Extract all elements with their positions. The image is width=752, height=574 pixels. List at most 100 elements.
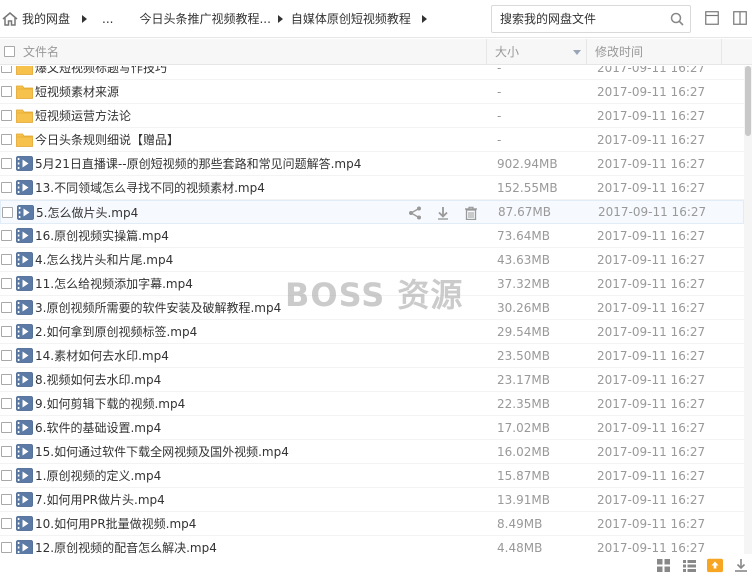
file-name[interactable]: 7.如何用PR做片头.mp4: [35, 491, 165, 508]
home-icon[interactable]: [2, 11, 18, 27]
list-view-icon[interactable]: [704, 10, 720, 26]
file-row[interactable]: 6.软件的基础设置.mp4 17.02MB 2017-09-11 16:27: [0, 416, 744, 440]
folder-row[interactable]: 今日头条规则细说【赠品】 - 2017-09-11 16:27: [0, 128, 744, 152]
column-size[interactable]: 大小: [487, 38, 587, 65]
list-mode-icon[interactable]: [681, 557, 697, 573]
video-file-icon: [16, 516, 33, 531]
file-name[interactable]: 1.原创视频的定义.mp4: [35, 467, 161, 484]
file-name[interactable]: 3.原创视频所需要的软件安装及破解教程.mp4: [35, 299, 281, 316]
scrollbar-thumb[interactable]: [745, 66, 751, 136]
file-name[interactable]: 10.如何用PR批量做视频.mp4: [35, 515, 196, 532]
row-checkbox[interactable]: [1, 110, 12, 121]
file-row[interactable]: 8.视频如何去水印.mp4 23.17MB 2017-09-11 16:27: [0, 368, 744, 392]
file-row[interactable]: 16.原创视频实操篇.mp4 73.64MB 2017-09-11 16:27: [0, 224, 744, 248]
row-checkbox[interactable]: [1, 66, 12, 73]
breadcrumb-parent[interactable]: 今日头条推广视频教程...: [139, 10, 270, 27]
scrollbar[interactable]: [744, 66, 752, 554]
video-file-icon: [16, 180, 33, 195]
transfer-list-icon[interactable]: [733, 557, 749, 573]
row-checkbox[interactable]: [1, 446, 12, 457]
row-checkbox[interactable]: [1, 158, 12, 169]
file-row[interactable]: 2.如何拿到原创视频标签.mp4 29.54MB 2017-09-11 16:27: [0, 320, 744, 344]
file-name[interactable]: 14.素材如何去水印.mp4: [35, 347, 169, 364]
breadcrumb-root[interactable]: 我的网盘: [22, 10, 70, 27]
column-name[interactable]: 文件名: [0, 38, 487, 65]
folder-row[interactable]: 短视频运营方法论 - 2017-09-11 16:27: [0, 104, 744, 128]
detail-view-icon[interactable]: [732, 10, 748, 26]
row-checkbox[interactable]: [1, 86, 12, 97]
search-icon[interactable]: [664, 6, 690, 32]
video-file-icon: [16, 324, 33, 339]
search-input[interactable]: [492, 6, 664, 32]
file-size: 22.35MB: [497, 396, 550, 411]
row-checkbox[interactable]: [1, 134, 12, 145]
file-modified-time: 2017-09-11 16:27: [597, 468, 706, 483]
row-checkbox[interactable]: [1, 278, 12, 289]
file-name[interactable]: 12.原创视频的配音怎么解决.mp4: [35, 539, 217, 554]
file-row[interactable]: 4.怎么找片头和片尾.mp4 43.63MB 2017-09-11 16:27: [0, 248, 744, 272]
file-name[interactable]: 9.如何剪辑下载的视频.mp4: [35, 395, 185, 412]
download-icon[interactable]: [435, 205, 451, 221]
file-name[interactable]: 2.如何拿到原创视频标签.mp4: [35, 323, 197, 340]
row-checkbox[interactable]: [1, 302, 12, 313]
row-checkbox[interactable]: [1, 182, 12, 193]
file-row[interactable]: 13.不同领域怎么寻找不同的视频素材.mp4 152.55MB 2017-09-11…: [0, 176, 744, 200]
column-size-label: 大小: [495, 45, 520, 59]
video-file-icon: [16, 156, 33, 171]
row-checkbox[interactable]: [1, 230, 12, 241]
row-checkbox[interactable]: [1, 542, 12, 553]
breadcrumb-ellipsis[interactable]: ...: [102, 12, 113, 26]
file-name[interactable]: 4.怎么找片头和片尾.mp4: [35, 251, 173, 268]
video-file-icon: [16, 348, 33, 363]
file-modified-time: 2017-09-11 16:27: [597, 252, 706, 267]
file-name[interactable]: 15.如何通过软件下载全网视频及国外视频.mp4: [35, 443, 289, 460]
file-name[interactable]: 爆文短视频标题写作技巧: [35, 66, 167, 76]
file-modified-time: 2017-09-11 16:27: [597, 420, 706, 435]
file-row[interactable]: 10.如何用PR批量做视频.mp4 8.49MB 2017-09-11 16:27: [0, 512, 744, 536]
upload-icon[interactable]: [707, 557, 723, 573]
file-name[interactable]: 11.怎么给视频添加字幕.mp4: [35, 275, 193, 292]
row-checkbox[interactable]: [1, 494, 12, 505]
file-row[interactable]: 12.原创视频的配音怎么解决.mp4 4.48MB 2017-09-11 16:27: [0, 536, 744, 554]
row-checkbox[interactable]: [2, 206, 13, 218]
row-checkbox[interactable]: [1, 254, 12, 265]
file-size: -: [497, 84, 502, 99]
video-file-icon: [16, 372, 33, 387]
file-name[interactable]: 5.怎么做片头.mp4: [36, 204, 138, 221]
file-name[interactable]: 8.视频如何去水印.mp4: [35, 371, 161, 388]
file-name[interactable]: 短视频运营方法论: [35, 107, 131, 124]
file-row[interactable]: 15.如何通过软件下载全网视频及国外视频.mp4 16.02MB 2017-09-1…: [0, 440, 744, 464]
row-checkbox[interactable]: [1, 470, 12, 481]
row-checkbox[interactable]: [1, 350, 12, 361]
row-checkbox[interactable]: [1, 374, 12, 385]
file-name[interactable]: 16.原创视频实操篇.mp4: [35, 227, 169, 244]
file-name[interactable]: 今日头条规则细说【赠品】: [35, 131, 179, 148]
share-icon[interactable]: [407, 205, 423, 221]
row-checkbox[interactable]: [1, 518, 12, 529]
file-name[interactable]: 5月21日直播课--原创短视频的那些套路和常见问题解答.mp4: [35, 155, 361, 172]
file-modified-time: 2017-09-11 16:27: [597, 324, 706, 339]
file-modified-time: 2017-09-11 16:27: [597, 132, 706, 147]
select-all-checkbox[interactable]: [4, 46, 15, 57]
column-time[interactable]: 修改时间: [587, 38, 722, 65]
folder-row[interactable]: 爆文短视频标题写作技巧 - 2017-09-11 16:27: [0, 66, 744, 80]
file-row[interactable]: 14.素材如何去水印.mp4 23.50MB 2017-09-11 16:27: [0, 344, 744, 368]
row-checkbox[interactable]: [1, 398, 12, 409]
file-name[interactable]: 短视频素材来源: [35, 83, 119, 100]
grid-view-icon[interactable]: [655, 557, 671, 573]
folder-icon: [16, 132, 33, 147]
file-row[interactable]: 1.原创视频的定义.mp4 15.87MB 2017-09-11 16:27: [0, 464, 744, 488]
file-row[interactable]: 5月21日直播课--原创短视频的那些套路和常见问题解答.mp4 902.94MB 2…: [0, 152, 744, 176]
delete-icon[interactable]: [463, 205, 479, 221]
row-checkbox[interactable]: [1, 326, 12, 337]
file-name[interactable]: 6.软件的基础设置.mp4: [35, 419, 161, 436]
file-name[interactable]: 13.不同领域怎么寻找不同的视频素材.mp4: [35, 179, 265, 196]
file-modified-time: 2017-09-11 16:27: [597, 108, 706, 123]
folder-row[interactable]: 短视频素材来源 - 2017-09-11 16:27: [0, 80, 744, 104]
file-row[interactable]: 7.如何用PR做片头.mp4 13.91MB 2017-09-11 16:27: [0, 488, 744, 512]
video-file-icon: [17, 204, 34, 220]
file-size: 152.55MB: [497, 180, 558, 195]
file-row[interactable]: 5.怎么做片头.mp4 87.67MB 2017-09-11 16:27: [0, 200, 744, 224]
file-row[interactable]: 9.如何剪辑下载的视频.mp4 22.35MB 2017-09-11 16:27: [0, 392, 744, 416]
row-checkbox[interactable]: [1, 422, 12, 433]
